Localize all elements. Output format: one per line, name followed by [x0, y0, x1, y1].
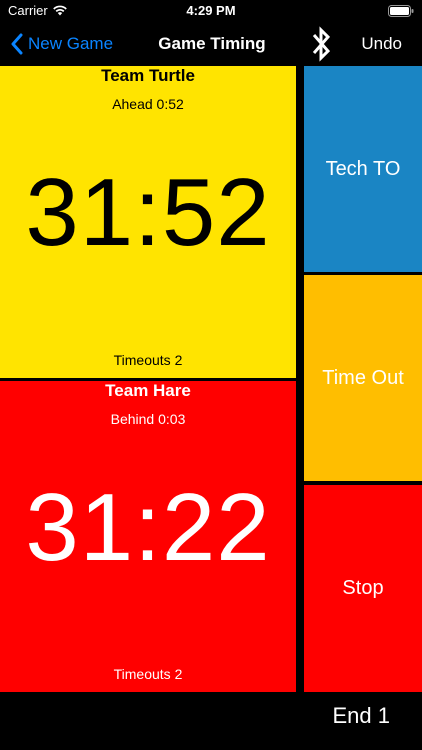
- team-clock: 31:52: [25, 159, 271, 266]
- stop-button[interactable]: Stop: [304, 485, 422, 692]
- team-panel-hare[interactable]: Team Hare Behind 0:03 31:22 Timeouts 2: [0, 381, 296, 692]
- team-clock: 31:22: [25, 474, 271, 581]
- undo-button[interactable]: Undo: [361, 34, 402, 54]
- team-timeouts: Timeouts 2: [113, 666, 183, 682]
- back-button[interactable]: New Game: [10, 30, 113, 58]
- status-bar: Carrier 4:29 PM: [0, 0, 422, 22]
- team-lead-status: Behind 0:03: [110, 411, 186, 427]
- team-name: Team Turtle: [101, 66, 195, 85]
- tech-timeout-button[interactable]: Tech TO: [304, 66, 422, 272]
- team-lead-status: Ahead 0:52: [112, 96, 184, 112]
- time-out-button[interactable]: Time Out: [304, 275, 422, 481]
- battery-icon: [388, 5, 414, 17]
- back-button-label: New Game: [28, 34, 114, 53]
- team-name: Team Hare: [105, 381, 191, 400]
- chevron-left-icon: [11, 33, 23, 55]
- period-label: End 1: [332, 703, 391, 728]
- navigation-bar: New Game Game Timing Undo: [0, 22, 422, 66]
- team-panel-turtle[interactable]: Team Turtle Ahead 0:52 31:52 Timeouts 2: [0, 66, 296, 378]
- team-timeouts: Timeouts 2: [113, 352, 183, 368]
- page-title: Game Timing: [158, 34, 266, 53]
- bottom-bar: End 1: [0, 692, 422, 750]
- bluetooth-icon[interactable]: [308, 24, 334, 64]
- status-time: 4:29 PM: [186, 3, 236, 18]
